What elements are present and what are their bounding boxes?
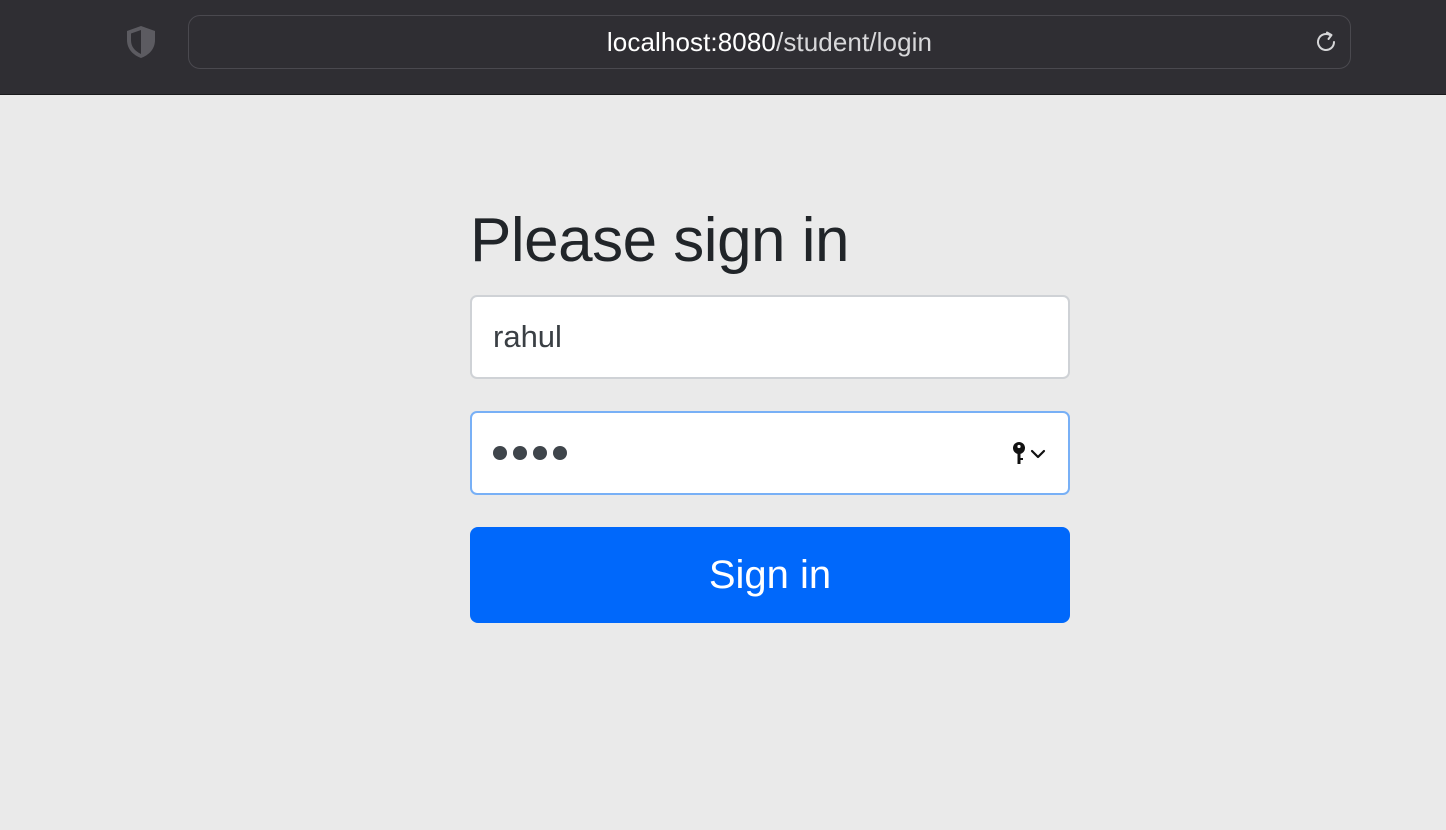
key-icon	[1013, 442, 1025, 464]
browser-toolbar: localhost:8080/student/login	[0, 0, 1446, 95]
address-bar[interactable]: localhost:8080/student/login	[188, 15, 1351, 69]
url-text[interactable]: localhost:8080/student/login	[189, 16, 1350, 68]
page-title: Please sign in	[470, 206, 850, 275]
reload-icon[interactable]	[1312, 28, 1340, 56]
password-field[interactable]	[470, 411, 1070, 495]
username-field[interactable]: rahul	[470, 295, 1070, 379]
password-dot	[553, 446, 567, 460]
url-host: localhost:8080	[606, 26, 776, 57]
login-form: Please sign in rahul Sign in	[470, 205, 1070, 623]
shield-icon[interactable]	[124, 24, 158, 60]
username-value: rahul	[493, 319, 562, 354]
sign-in-button[interactable]: Sign in	[470, 527, 1070, 623]
page-content: Please sign in rahul Sign in	[0, 95, 1446, 830]
password-dot	[533, 446, 547, 460]
password-dot	[513, 446, 527, 460]
url-path: /student/login	[776, 26, 933, 57]
password-manager-widget[interactable]	[1012, 441, 1046, 467]
chevron-down-icon	[1030, 449, 1046, 459]
password-dot	[493, 446, 507, 460]
password-mask	[493, 446, 567, 460]
